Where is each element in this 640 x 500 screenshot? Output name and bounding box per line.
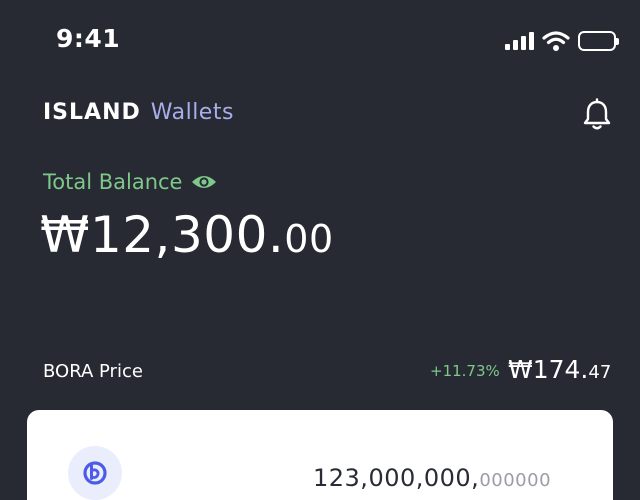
- token-amount-main: 123,000,000,: [313, 464, 480, 492]
- price-decimal: 47: [588, 362, 612, 383]
- app-brand: ISLAND Wallets: [43, 100, 234, 125]
- brand-secondary: Wallets: [150, 100, 234, 125]
- bell-icon[interactable]: [580, 98, 614, 132]
- brand-primary: ISLAND: [43, 100, 141, 125]
- eye-icon[interactable]: [191, 173, 217, 191]
- bora-price-label: BORA Price: [43, 361, 143, 382]
- balance-main: ₩12,300.: [40, 206, 285, 264]
- battery-icon: [578, 31, 619, 51]
- bora-logo-icon: [68, 446, 122, 500]
- total-balance-label: Total Balance: [43, 170, 183, 194]
- price-change-percent: +11.73%: [430, 362, 500, 380]
- token-amount-decimal: 000000: [479, 470, 552, 491]
- status-bar: 9:41: [0, 0, 640, 80]
- total-balance-amount: ₩12,300.00: [40, 206, 334, 264]
- token-amount: 123,000,000,000000: [313, 464, 551, 492]
- status-icons: [505, 28, 619, 54]
- token-card[interactable]: 123,000,000,000000: [27, 410, 613, 500]
- wifi-icon: [542, 31, 570, 51]
- price-main: ₩174.: [508, 355, 589, 384]
- balance-label-row: Total Balance: [43, 170, 217, 194]
- balance-decimal: 00: [284, 217, 334, 261]
- bora-price-value: ₩174.47: [508, 355, 611, 384]
- status-time: 9:41: [56, 24, 121, 53]
- signal-icon: [505, 32, 534, 50]
